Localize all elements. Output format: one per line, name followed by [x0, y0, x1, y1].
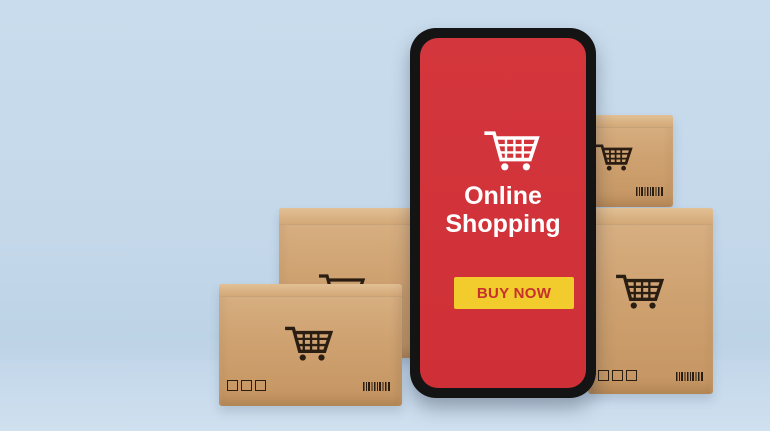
headline-line-1: Online	[464, 182, 542, 210]
cardboard-box-top-right	[590, 115, 673, 207]
shopping-cart-icon	[482, 126, 542, 174]
shopping-cart-icon	[594, 141, 634, 173]
box-lid	[590, 115, 673, 128]
barcode-icon	[676, 372, 703, 381]
cardboard-box-front-left	[219, 284, 402, 406]
handling-symbols	[598, 370, 637, 381]
barcode-icon	[636, 187, 663, 196]
this-side-up-icon	[626, 370, 637, 381]
cardboard-box-bottom-right	[588, 208, 713, 394]
buy-now-button[interactable]: BUY NOW	[454, 277, 574, 309]
box-lid	[588, 208, 713, 225]
shopping-cart-icon	[614, 270, 666, 312]
headline-line-2: Shopping	[445, 210, 561, 238]
keep-dry-icon	[241, 380, 252, 391]
smartphone: Online Shopping BUY NOW	[410, 28, 596, 398]
shopping-cart-icon	[283, 322, 335, 364]
fragile-icon	[598, 370, 609, 381]
product-scene: Online Shopping BUY NOW	[0, 0, 770, 431]
this-side-up-icon	[255, 380, 266, 391]
phone-screen: Online Shopping BUY NOW	[420, 38, 586, 388]
handling-symbols	[227, 380, 266, 391]
box-lid	[219, 284, 402, 297]
barcode-icon	[363, 382, 390, 391]
box-lid	[279, 208, 419, 225]
keep-dry-icon	[612, 370, 623, 381]
fragile-icon	[227, 380, 238, 391]
